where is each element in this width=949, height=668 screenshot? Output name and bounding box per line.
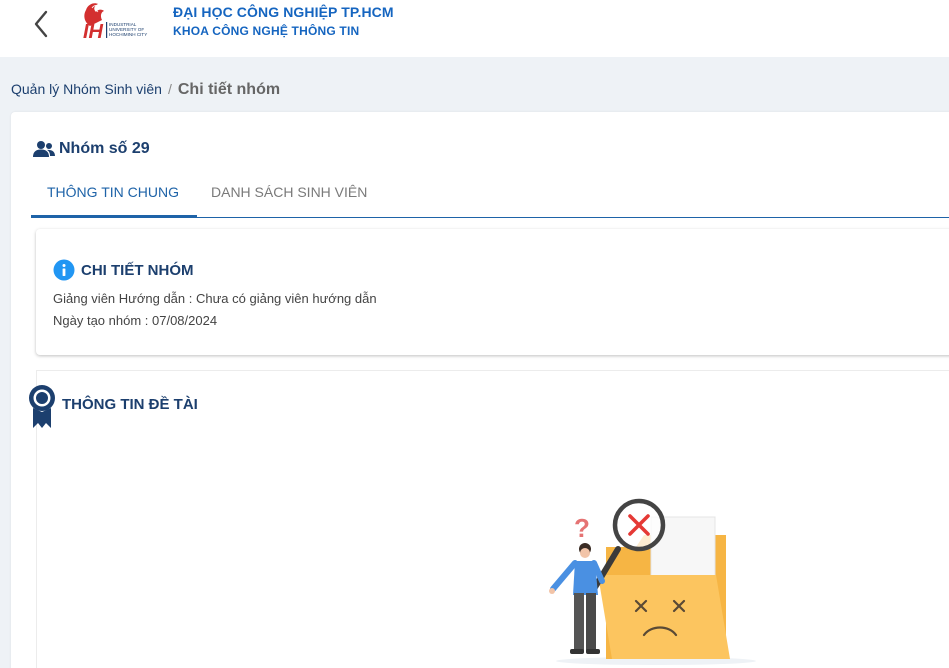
info-circle-icon <box>53 259 75 281</box>
topic-card <box>36 370 949 668</box>
breadcrumb: Quản lý Nhóm Sinh viên / Chi tiết nhóm <box>11 81 280 99</box>
svg-text:IH: IH <box>83 21 104 43</box>
topic-title: THÔNG TIN ĐỀ TÀI <box>62 396 198 413</box>
org-subtitle: KHOA CÔNG NGHỆ THÔNG TIN <box>173 24 360 38</box>
svg-text:?: ? <box>574 513 590 543</box>
breadcrumb-separator: / <box>167 81 172 97</box>
breadcrumb-link-group-management[interactable]: Quản lý Nhóm Sinh viên <box>11 81 162 97</box>
users-icon <box>33 141 55 157</box>
award-ribbon-icon <box>29 385 55 428</box>
group-title: Nhóm số 29 <box>59 140 150 157</box>
tab-general-info[interactable]: THÔNG TIN CHUNG <box>47 184 179 200</box>
detail-title: CHI TIẾT NHÓM <box>81 261 194 279</box>
svg-text:HOCHIMINH CITY: HOCHIMINH CITY <box>109 32 147 37</box>
back-button[interactable] <box>28 4 56 38</box>
created-date-info: Ngày tạo nhóm : 07/08/2024 <box>53 313 218 328</box>
group-header: Nhóm số 29 <box>33 140 150 158</box>
advisor-info: Giảng viên Hướng dẫn : Chưa có giảng viê… <box>53 291 377 306</box>
chevron-left-icon <box>34 10 48 38</box>
main-card: Nhóm số 29 THÔNG TIN CHUNG DANH SÁCH SIN… <box>11 112 949 668</box>
tab-bar: THÔNG TIN CHUNG DANH SÁCH SINH VIÊN <box>31 172 949 218</box>
tab-student-list[interactable]: DANH SÁCH SINH VIÊN <box>211 184 367 200</box>
app-header: IH INDUSTRIAL UNIVERSITY OF HOCHIMINH CI… <box>0 0 949 57</box>
group-detail-card: CHI TIẾT NHÓM Giảng viên Hướng dẫn : Chư… <box>36 229 949 355</box>
university-logo: IH INDUSTRIAL UNIVERSITY OF HOCHIMINH CI… <box>74 0 174 44</box>
org-title: ĐẠI HỌC CÔNG NGHIỆP TP.HCM <box>173 4 394 20</box>
active-tab-indicator <box>31 215 197 217</box>
detail-header: CHI TIẾT NHÓM <box>53 259 194 281</box>
breadcrumb-current: Chi tiết nhóm <box>177 81 281 98</box>
empty-folder-illustration: ? <box>549 498 756 665</box>
